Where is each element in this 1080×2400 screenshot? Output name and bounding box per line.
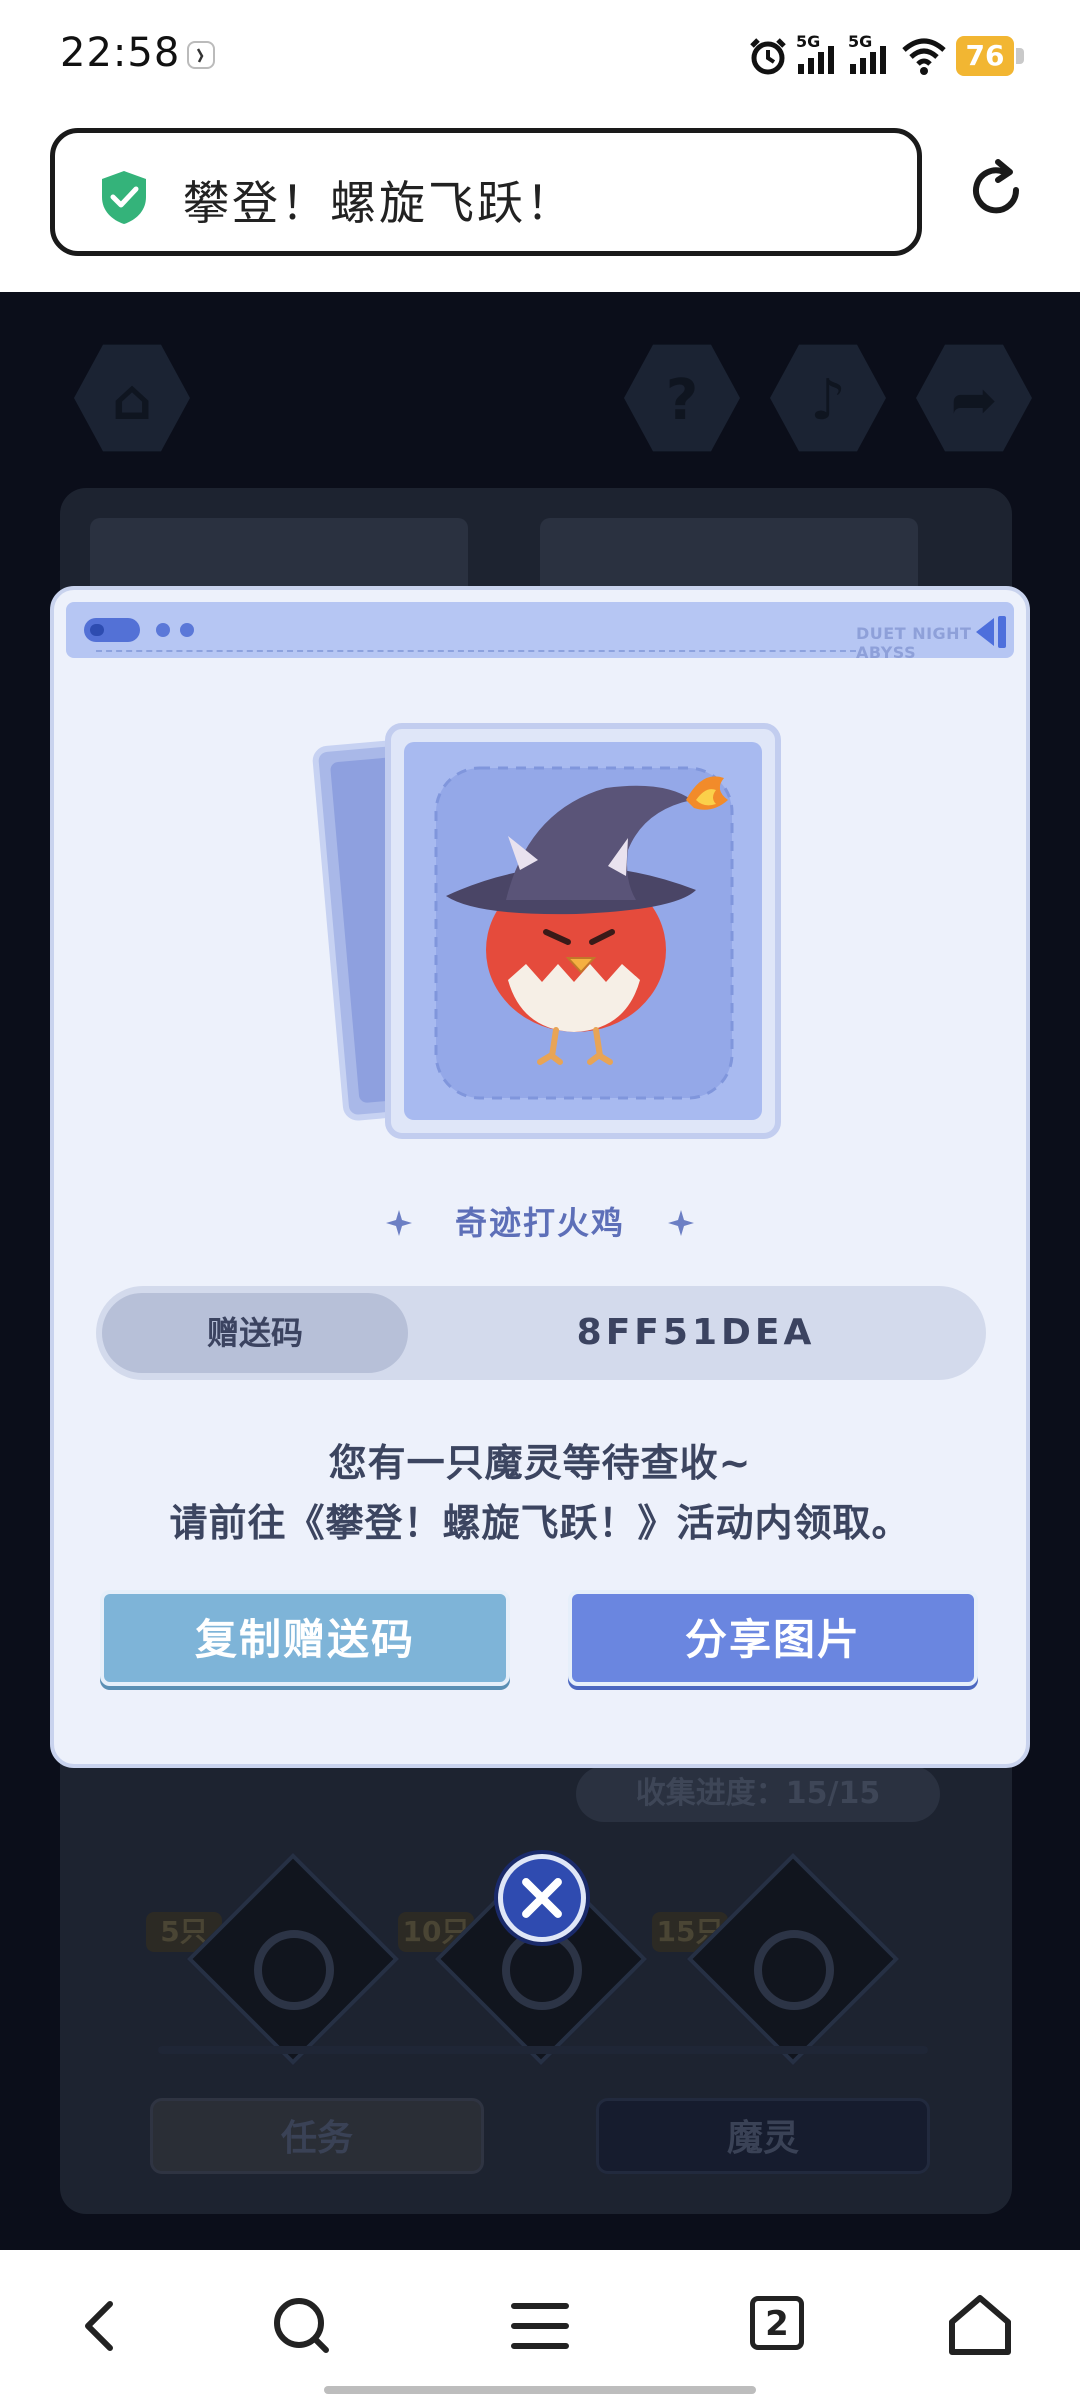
status-bar: 22:58 5G 5G 76 <box>0 0 1080 110</box>
signal-2: 5G <box>848 32 892 78</box>
pet-name-row: 奇迹打火鸡 <box>54 1198 1026 1248</box>
check-icon <box>754 1930 834 2010</box>
help-icon[interactable]: ? <box>624 344 740 452</box>
alarm-icon <box>750 38 786 75</box>
tabs-button[interactable]: 2 <box>750 2296 804 2350</box>
address-bar[interactable]: 攀登！螺旋飞跃！ <box>50 128 922 256</box>
gift-code-dialog: DUET NIGHT ABYSS 奇迹打火鸡 赠送码 8FF51DEA 您有一只… <box>50 586 1030 1768</box>
gift-code-label: 赠送码 <box>102 1293 408 1373</box>
check-icon <box>502 1930 582 2010</box>
pet-name: 奇迹打火鸡 <box>454 1204 625 1242</box>
close-icon[interactable] <box>498 1854 586 1942</box>
reload-icon[interactable] <box>964 158 1028 222</box>
shield-check-icon <box>102 171 146 224</box>
sparkle-icon <box>386 1210 412 1236</box>
gift-code-field: 赠送码 8FF51DEA <box>96 1286 986 1380</box>
gift-code-value[interactable]: 8FF51DEA <box>426 1286 966 1380</box>
share-icon[interactable]: ➦ <box>916 344 1032 452</box>
header-arrow-icon <box>976 618 994 646</box>
header-bar-decoration <box>998 616 1006 648</box>
signal-icon <box>850 46 886 74</box>
menu-icon[interactable] <box>504 2290 576 2362</box>
message-line-2: 请前往《攀登！螺旋飞跃！》活动内领取。 <box>169 1501 911 1545</box>
dialog-header: DUET NIGHT ABYSS <box>66 602 1014 662</box>
pet-card-image <box>312 723 781 1139</box>
battery-nub <box>1016 48 1024 64</box>
home-indicator[interactable] <box>324 2386 756 2394</box>
back-icon[interactable] <box>66 2290 138 2362</box>
search-icon[interactable] <box>266 2290 338 2362</box>
wifi-icon <box>902 38 946 75</box>
copy-code-button[interactable]: 复制赠送码 <box>100 1590 510 1686</box>
browser-toolbar: 攀登！螺旋飞跃！ <box>0 110 1080 292</box>
battery-indicator: 76 <box>956 36 1024 76</box>
signal-1: 5G <box>796 32 840 78</box>
home-icon[interactable] <box>944 2290 1016 2362</box>
header-dot <box>156 623 170 637</box>
share-image-button[interactable]: 分享图片 <box>568 1590 978 1686</box>
home-icon[interactable]: ⌂ <box>74 344 190 452</box>
collection-progress: 收集进度：15/15 <box>576 1766 940 1822</box>
check-icon <box>254 1930 334 2010</box>
sparkle-icon <box>668 1210 694 1236</box>
header-dashed-line <box>96 650 856 652</box>
message-line-1: 您有一只魔灵等待查收~ <box>328 1441 752 1485</box>
header-pill-decoration <box>84 618 140 642</box>
battery-level: 76 <box>956 36 1014 76</box>
page-title: 攀登！螺旋飞跃！ <box>183 176 575 230</box>
music-icon[interactable]: ♪ <box>770 344 886 452</box>
task-button[interactable]: 任务 <box>150 2098 484 2174</box>
signal-icon <box>798 46 834 74</box>
browser-nav-bar: 2 <box>0 2250 1080 2400</box>
progress-track <box>158 2046 928 2054</box>
header-dot <box>180 623 194 637</box>
spirit-button[interactable]: 魔灵 <box>596 2098 930 2174</box>
screen-record-icon <box>187 41 215 69</box>
status-time: 22:58 <box>60 30 181 76</box>
